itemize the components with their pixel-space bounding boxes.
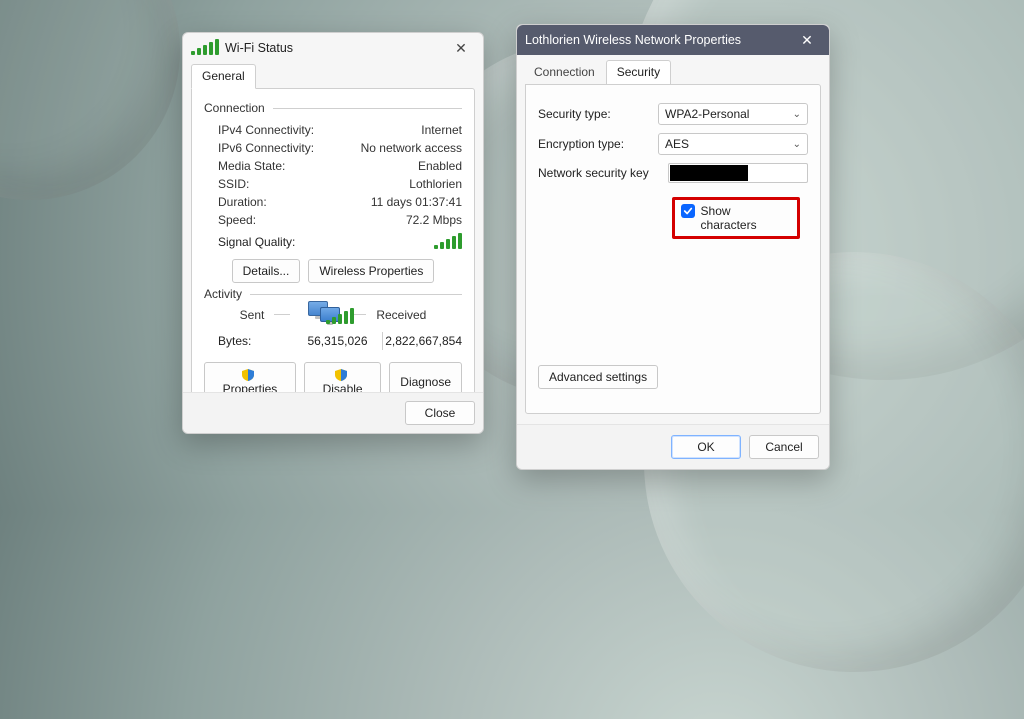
props-footer: OK Cancel bbox=[517, 424, 829, 469]
chevron-down-icon: ⌄ bbox=[793, 139, 801, 150]
media-value: Enabled bbox=[418, 159, 462, 173]
wifi-title: Wi-Fi Status bbox=[225, 41, 447, 55]
wifi-signal-icon bbox=[191, 39, 219, 58]
security-panel: Security type: WPA2-Personal ⌄ Encryptio… bbox=[525, 84, 821, 414]
group-activity-label: Activity bbox=[204, 287, 242, 301]
security-type-label: Security type: bbox=[538, 107, 648, 121]
details-button[interactable]: Details... bbox=[232, 259, 301, 283]
duration-value: 11 days 01:37:41 bbox=[371, 195, 462, 209]
security-type-value: WPA2-Personal bbox=[665, 107, 749, 121]
signal-quality-label: Signal Quality: bbox=[218, 235, 295, 249]
close-button[interactable]: Close bbox=[405, 401, 475, 425]
sent-label: Sent bbox=[240, 308, 265, 322]
duration-label: Duration: bbox=[218, 195, 267, 209]
ipv6-value: No network access bbox=[361, 141, 462, 155]
network-properties-window: Lothlorien Wireless Network Properties ✕… bbox=[516, 24, 830, 470]
close-icon[interactable]: ✕ bbox=[793, 32, 821, 49]
shield-icon bbox=[242, 369, 254, 381]
network-activity-icon bbox=[300, 307, 340, 322]
ipv6-label: IPv6 Connectivity: bbox=[218, 141, 314, 155]
encryption-type-dropdown[interactable]: AES ⌄ bbox=[658, 133, 808, 155]
bytes-received: 2,822,667,854 bbox=[383, 334, 463, 348]
chevron-down-icon: ⌄ bbox=[793, 109, 801, 120]
ipv4-value: Internet bbox=[421, 123, 462, 137]
ipv4-label: IPv4 Connectivity: bbox=[218, 123, 314, 137]
security-type-dropdown[interactable]: WPA2-Personal ⌄ bbox=[658, 103, 808, 125]
encryption-type-value: AES bbox=[665, 137, 689, 151]
props-titlebar[interactable]: Lothlorien Wireless Network Properties ✕ bbox=[517, 25, 829, 55]
props-title: Lothlorien Wireless Network Properties bbox=[525, 33, 793, 47]
show-characters-checkbox[interactable] bbox=[681, 204, 695, 218]
wifi-status-window: Wi-Fi Status ✕ General Connection IPv4 C… bbox=[182, 32, 484, 434]
group-activity: Activity bbox=[204, 287, 462, 301]
wifi-tabstrip: General bbox=[183, 63, 483, 88]
media-label: Media State: bbox=[218, 159, 285, 173]
show-characters-highlight: Show characters bbox=[672, 197, 800, 239]
wifi-panel: Connection IPv4 Connectivity: Internet IP… bbox=[191, 88, 475, 414]
bytes-label: Bytes: bbox=[218, 334, 288, 348]
ssid-value: Lothlorien bbox=[409, 177, 462, 191]
tab-security[interactable]: Security bbox=[606, 60, 671, 85]
advanced-settings-button[interactable]: Advanced settings bbox=[538, 365, 658, 389]
wifi-titlebar[interactable]: Wi-Fi Status ✕ bbox=[183, 33, 483, 63]
tab-general[interactable]: General bbox=[191, 64, 256, 89]
network-key-label: Network security key bbox=[538, 166, 658, 180]
shield-icon bbox=[335, 369, 347, 381]
encryption-type-label: Encryption type: bbox=[538, 137, 648, 151]
wireless-properties-button[interactable]: Wireless Properties bbox=[308, 259, 434, 283]
ssid-label: SSID: bbox=[218, 177, 249, 191]
close-icon[interactable]: ✕ bbox=[447, 40, 475, 57]
show-characters-label: Show characters bbox=[701, 204, 787, 232]
ok-button[interactable]: OK bbox=[671, 435, 741, 459]
bytes-sent: 56,315,026 bbox=[288, 334, 382, 348]
group-connection: Connection bbox=[204, 101, 462, 115]
speed-value: 72.2 Mbps bbox=[406, 213, 462, 227]
received-label: Received bbox=[376, 308, 426, 322]
group-connection-label: Connection bbox=[204, 101, 265, 115]
signal-bars-icon bbox=[434, 233, 462, 249]
network-key-input[interactable] bbox=[668, 163, 808, 183]
speed-label: Speed: bbox=[218, 213, 256, 227]
tab-connection[interactable]: Connection bbox=[523, 60, 606, 85]
cancel-button[interactable]: Cancel bbox=[749, 435, 819, 459]
wifi-footer: Close bbox=[183, 392, 483, 433]
props-tabstrip: Connection Security bbox=[517, 55, 829, 84]
network-key-redaction bbox=[670, 165, 748, 181]
